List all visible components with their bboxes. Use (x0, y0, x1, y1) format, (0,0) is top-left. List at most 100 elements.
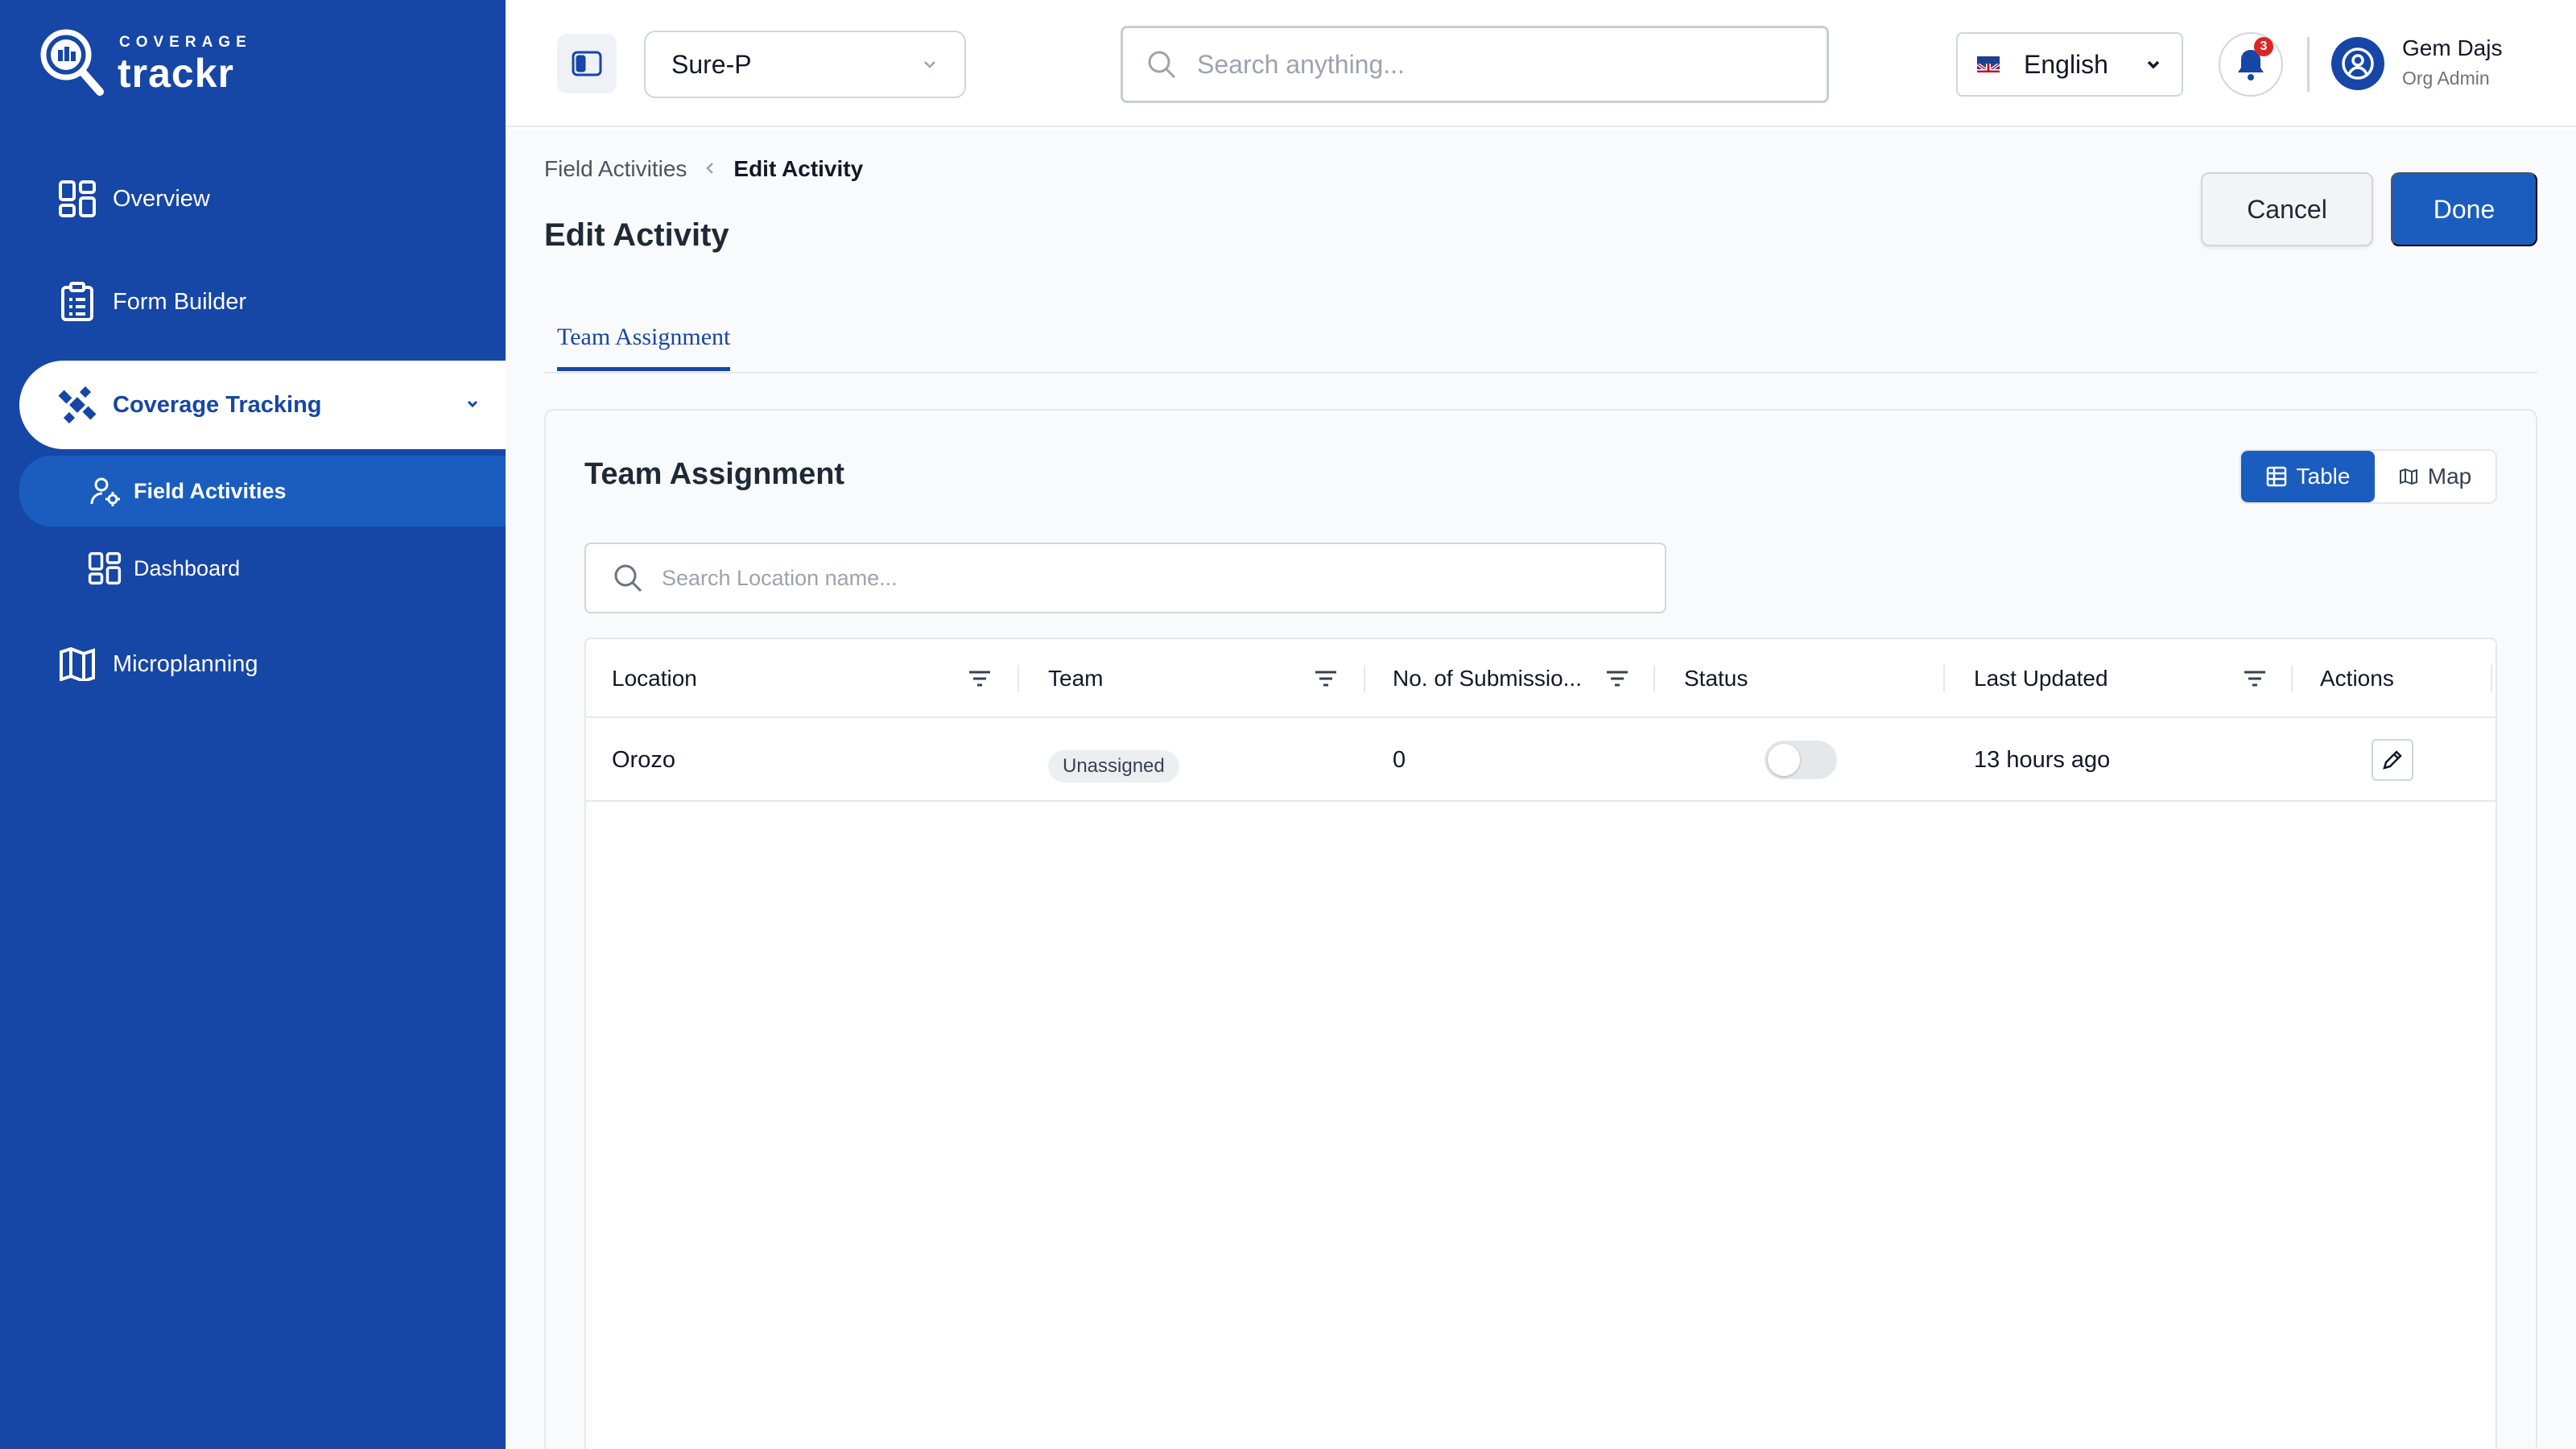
column-divider[interactable] (2491, 665, 2492, 692)
pencil-icon (2383, 750, 2402, 770)
column-header-last-updated[interactable]: Last Updated (1974, 639, 2108, 718)
uk-flag-icon (1977, 56, 2000, 72)
table-row: Orozo Unassigned 0 13 hours ago (586, 718, 2496, 802)
sidebar-subitem-label: Dashboard (134, 555, 241, 580)
column-header-status[interactable]: Status (1684, 639, 1748, 718)
column-header-submissions[interactable]: No. of Submissio... (1393, 639, 1582, 718)
column-header-location[interactable]: Location (612, 639, 697, 718)
sidebar-item-form-builder[interactable]: Form Builder (19, 258, 506, 346)
column-divider[interactable] (1364, 665, 1365, 692)
column-divider[interactable] (1943, 665, 1945, 692)
sidebar-item-coverage-tracking[interactable]: Coverage Tracking (19, 361, 506, 449)
dashboard-grid-icon (87, 551, 122, 586)
table-view-label: Table (2296, 464, 2351, 489)
table-view-button[interactable]: Table (2241, 451, 2375, 502)
column-header-label: Location (612, 666, 697, 691)
column-divider[interactable] (1653, 665, 1655, 692)
filter-icon[interactable] (1314, 639, 1338, 718)
cancel-button[interactable]: Cancel (2201, 172, 2373, 246)
top-header: Sure-P Search anything... English 3 Gem … (506, 0, 2576, 127)
sidebar-toggle-button[interactable] (557, 34, 617, 93)
breadcrumb: Field Activities Edit Activity (544, 156, 863, 182)
user-name[interactable]: Gem Dajs (2402, 35, 2502, 61)
cell-team: Unassigned (1048, 718, 1179, 802)
brand-name: trackr (118, 51, 234, 96)
magnifier-logo-icon (40, 29, 104, 96)
clipboard-icon (56, 281, 98, 323)
column-header-team[interactable]: Team (1048, 639, 1103, 718)
done-button[interactable]: Done (2391, 172, 2537, 246)
notifications-button[interactable]: 3 (2219, 32, 2283, 97)
sidebar-item-label: Microplanning (113, 650, 258, 677)
column-divider[interactable] (1018, 665, 1019, 692)
brand-small-text: COVERAGE (119, 34, 252, 51)
cell-submissions: 0 (1393, 746, 1406, 773)
filter-icon[interactable] (2243, 639, 2267, 718)
status-toggle[interactable] (1765, 741, 1837, 779)
filter-icon[interactable] (1605, 639, 1629, 718)
header-divider (2307, 37, 2310, 92)
edit-row-button[interactable] (2372, 739, 2413, 781)
column-header-label: No. of Submissio... (1393, 666, 1582, 691)
column-divider[interactable] (2291, 665, 2293, 692)
sidebar-subitem-field-activities[interactable]: Field Activities (19, 456, 506, 526)
column-header-label: Status (1684, 666, 1748, 691)
sidebar-item-overview[interactable]: Overview (19, 155, 506, 243)
sidebar-item-label: Coverage Tracking (113, 391, 322, 418)
overview-grid-icon (56, 178, 98, 220)
global-search-placeholder: Search anything... (1197, 49, 1405, 79)
chevron-down-icon (2145, 50, 2162, 80)
sidebar: COVERAGE trackr Overview Form Builder Co… (0, 0, 506, 1449)
map-icon (2399, 468, 2418, 485)
team-status-pill: Unassigned (1048, 750, 1179, 782)
map-view-label: Map (2427, 464, 2472, 489)
sidebar-item-label: Overview (113, 185, 210, 212)
sidebar-item-label: Form Builder (113, 288, 246, 315)
project-select-value: Sure-P (671, 49, 752, 79)
tab-team-assignment[interactable]: Team Assignment (557, 324, 731, 371)
user-role: Org Admin (2402, 68, 2490, 89)
column-header-label: Team (1048, 666, 1104, 691)
map-view-button[interactable]: Map (2375, 451, 2496, 502)
column-header-label: Actions (2320, 666, 2394, 691)
table-header: Location Team No. of Submissio... Status… (586, 639, 2496, 718)
user-gear-icon (87, 473, 122, 509)
column-header-label: Last Updated (1974, 666, 2108, 691)
column-header-actions: Actions (2320, 639, 2394, 718)
sidebar-toggle-icon (572, 51, 602, 76)
team-assignment-panel: Team Assignment Table Map Search Locatio… (544, 409, 2537, 1449)
view-toggle: Table Map (2240, 449, 2497, 504)
user-circle-icon (2342, 47, 2374, 80)
project-select[interactable]: Sure-P (644, 31, 966, 98)
chevron-down-icon (924, 61, 935, 68)
chevron-down-icon[interactable] (464, 393, 481, 419)
satellite-icon (56, 384, 98, 426)
search-icon (1146, 48, 1178, 80)
cell-actions (2372, 718, 2413, 802)
panel-title: Team Assignment (584, 457, 845, 491)
sidebar-item-microplanning[interactable]: Microplanning (19, 620, 506, 708)
location-search-input[interactable]: Search Location name... (584, 543, 1666, 613)
tab-bar: Team Assignment (544, 309, 2537, 374)
cell-status (1765, 718, 1837, 802)
breadcrumb-current: Edit Activity (733, 156, 864, 181)
map-book-icon (56, 643, 98, 685)
status-toggle-knob (1768, 744, 1800, 776)
filter-icon[interactable] (968, 639, 992, 718)
search-icon (612, 562, 644, 594)
breadcrumb-parent-link[interactable]: Field Activities (544, 156, 687, 182)
sidebar-subitem-dashboard[interactable]: Dashboard (19, 533, 506, 604)
cell-location: Orozo (612, 746, 675, 773)
assignment-table: Location Team No. of Submissio... Status… (584, 638, 2497, 1449)
chevron-left-icon (704, 156, 716, 182)
notification-count-badge: 3 (2254, 37, 2273, 56)
user-avatar[interactable] (2331, 37, 2384, 90)
sidebar-subitem-label: Field Activities (134, 478, 287, 503)
brand-logo[interactable]: COVERAGE trackr (39, 26, 248, 100)
page-title: Edit Activity (544, 217, 729, 253)
table-icon (2266, 466, 2287, 487)
cell-last-updated: 13 hours ago (1974, 746, 2111, 773)
language-select-value: English (2024, 49, 2108, 79)
language-select[interactable]: English (1956, 32, 2183, 97)
global-search-input[interactable]: Search anything... (1121, 26, 1829, 103)
